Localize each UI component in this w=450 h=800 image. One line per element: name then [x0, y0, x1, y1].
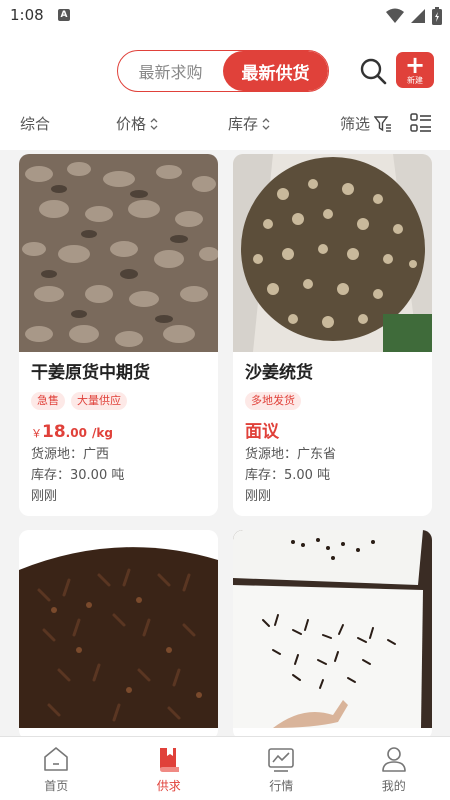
product-tag: 急售	[31, 392, 65, 410]
product-time: 刚刚	[31, 489, 58, 504]
filter-button[interactable]: 筛选	[340, 113, 392, 134]
sort-arrows-icon	[150, 117, 158, 130]
product-image-sand-ginger	[233, 154, 432, 352]
product-stock: 库存：5.00 吨	[245, 468, 331, 483]
signal-icon	[411, 9, 425, 23]
search-icon[interactable]	[358, 56, 388, 86]
status-time: 1:08	[10, 6, 44, 24]
product-title: 干姜原货中期货	[31, 363, 150, 383]
sort-comprehensive[interactable]: 综合	[20, 113, 50, 134]
product-price: 面议	[245, 420, 420, 444]
product-tag: 多地发货	[245, 392, 301, 410]
nav-home-label: 首页	[44, 779, 69, 793]
nav-supply-demand[interactable]: 供求	[113, 737, 226, 800]
nav-mine[interactable]: 我的	[338, 737, 450, 800]
filter-bar: 综合 价格 库存 筛选	[0, 110, 450, 140]
product-tags: 多地发货	[245, 392, 420, 412]
product-image-cloves	[19, 530, 218, 728]
product-title: 沙姜统货	[245, 363, 313, 383]
header: 最新求购 最新供货 + 新建 综合 价格 库存 筛选	[0, 32, 450, 150]
product-tags: 急售 大量供应	[31, 392, 206, 412]
new-post-label: 新建	[407, 76, 423, 85]
price-integer: 18	[42, 422, 66, 442]
price-negotiable: 面议	[245, 422, 279, 442]
status-bar: 1:08 A	[0, 0, 450, 32]
product-card[interactable]: 干姜原货中期货 急售 大量供应 ￥18.00 /kg 货源地：广西 库存：30.…	[19, 154, 218, 516]
product-card[interactable]	[19, 530, 218, 740]
book-icon	[159, 748, 179, 772]
sort-price[interactable]: 价格	[116, 113, 158, 134]
sort-comprehensive-label: 综合	[20, 115, 51, 133]
price-decimal: .00	[65, 426, 87, 440]
tab-latest-supply[interactable]: 最新供货	[223, 51, 328, 91]
home-icon	[44, 747, 69, 771]
nav-home[interactable]: 首页	[0, 737, 113, 800]
chart-icon	[268, 748, 295, 772]
product-price: ￥18.00 /kg	[31, 420, 206, 444]
nav-supply-demand-label: 供求	[156, 779, 181, 793]
product-image-dried-ginger	[19, 154, 218, 352]
filter-label: 筛选	[340, 115, 371, 133]
product-tag: 大量供应	[71, 392, 127, 410]
plus-icon: +	[404, 51, 426, 79]
wifi-icon	[386, 8, 404, 23]
sort-stock-label: 库存	[228, 115, 259, 133]
bottom-nav: 首页 供求 行情 我的	[0, 736, 450, 800]
product-stock: 库存：30.00 吨	[31, 468, 125, 483]
product-image-cloves-paper	[233, 530, 432, 728]
battery-icon	[432, 7, 442, 25]
tab-latest-purchase[interactable]: 最新求购	[118, 51, 223, 91]
price-unit: /kg	[92, 426, 113, 440]
product-card[interactable]	[233, 530, 432, 740]
sort-stock[interactable]: 库存	[228, 113, 270, 134]
product-card[interactable]: 沙姜统货 多地发货 面议 货源地：广东省 库存：5.00 吨 刚刚	[233, 154, 432, 516]
supply-demand-toggle: 最新求购 最新供货	[117, 50, 329, 92]
nav-market-label: 行情	[269, 779, 294, 793]
status-icons	[386, 6, 442, 26]
product-time: 刚刚	[245, 489, 272, 504]
product-origin: 货源地：广东省	[245, 447, 337, 462]
product-origin: 货源地：广西	[31, 447, 110, 462]
nav-market[interactable]: 行情	[225, 737, 338, 800]
filter-icon	[374, 115, 392, 132]
list-view-icon[interactable]	[410, 112, 432, 134]
price-currency: ￥	[31, 427, 42, 440]
new-post-button[interactable]: + 新建	[396, 52, 434, 88]
notification-icon: A	[58, 9, 70, 21]
user-icon	[381, 747, 406, 772]
sort-price-label: 价格	[116, 115, 147, 133]
nav-mine-label: 我的	[381, 779, 406, 793]
sort-arrows-icon	[262, 117, 270, 130]
